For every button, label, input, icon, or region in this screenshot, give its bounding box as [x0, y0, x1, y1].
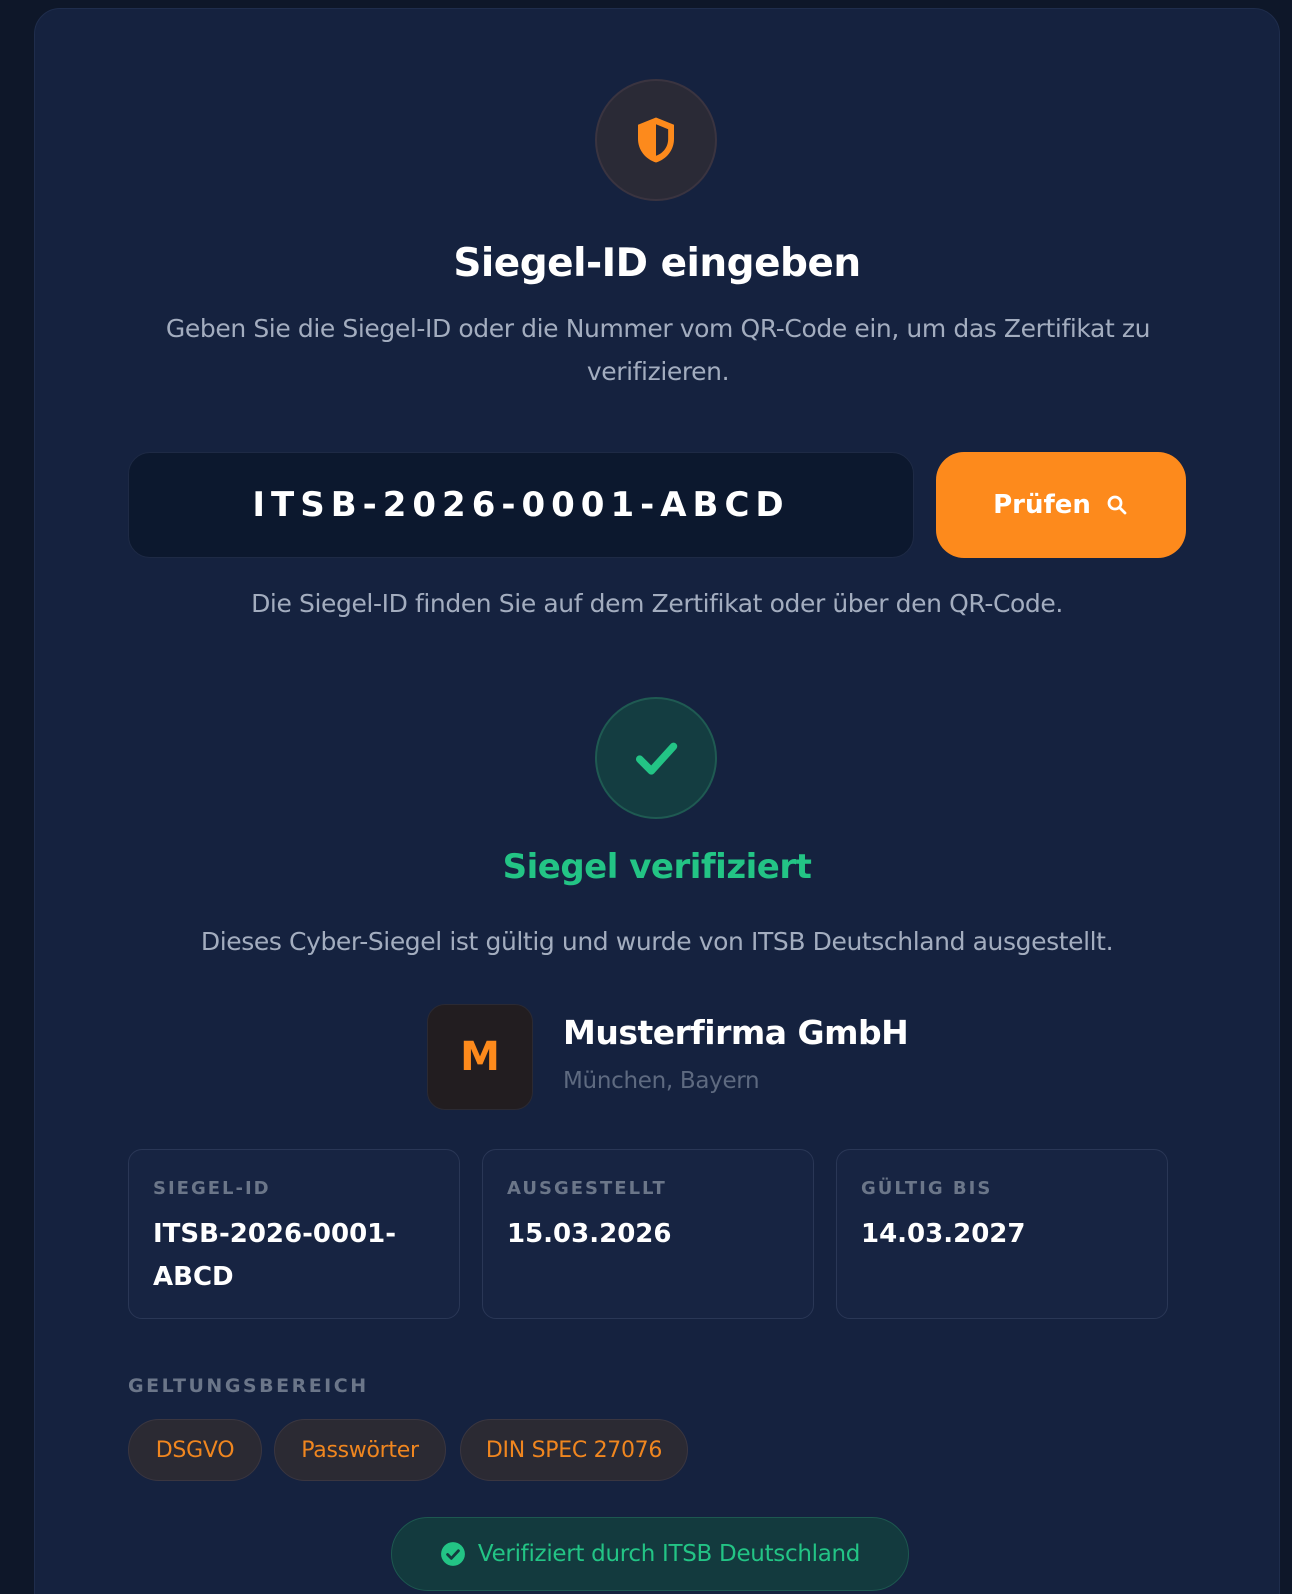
company-logo: M	[427, 1004, 533, 1110]
scope-tag-dsgvo: DSGVO	[128, 1419, 262, 1481]
scope-label: GELTUNGSBEREICH	[128, 1375, 369, 1397]
info-label: AUSGESTELLT	[507, 1178, 667, 1199]
seal-id-input[interactable]	[128, 452, 914, 558]
verified-by-label: Verifiziert durch ITSB Deutschland	[477, 1541, 861, 1567]
company-name: Musterfirma GmbH	[563, 1013, 909, 1052]
info-label: GÜLTIG BIS	[861, 1178, 993, 1199]
verified-title: Siegel verifiziert	[502, 847, 812, 887]
check-icon	[635, 742, 678, 775]
info-value: ITSB-2026-0001-ABCD	[153, 1219, 397, 1292]
check-circle-icon	[441, 1542, 465, 1566]
info-box-issued: AUSGESTELLT 15.03.2026	[482, 1149, 814, 1319]
shield-icon	[638, 117, 674, 163]
scope-tag-din-spec: DIN SPEC 27076	[460, 1419, 688, 1481]
verified-description: Dieses Cyber-Siegel ist gültig und wurde…	[200, 927, 1114, 956]
verified-by-badge: Verifiziert durch ITSB Deutschland	[391, 1517, 909, 1591]
page-title: Siegel-ID eingeben	[453, 241, 861, 286]
shield-badge	[595, 79, 717, 201]
info-box-valid-until: GÜLTIG BIS 14.03.2027	[836, 1149, 1168, 1319]
search-icon	[1107, 495, 1127, 515]
check-button[interactable]: Prüfen	[936, 452, 1186, 558]
info-label: SIEGEL-ID	[153, 1178, 271, 1199]
check-button-label: Prüfen	[993, 490, 1091, 520]
verified-badge	[595, 697, 717, 819]
info-value: 14.03.2027	[861, 1219, 1026, 1249]
page-subtitle: Geben Sie die Siegel-ID oder die Nummer …	[165, 314, 1151, 386]
scope-tag-passwords: Passwörter	[274, 1419, 446, 1481]
input-hint: Die Siegel-ID finden Sie auf dem Zertifi…	[251, 589, 1063, 618]
info-value: 15.03.2026	[507, 1219, 672, 1249]
info-box-seal-id: SIEGEL-ID ITSB-2026-0001-ABCD	[128, 1149, 460, 1319]
company-location: München, Bayern	[563, 1068, 760, 1094]
verification-card: Siegel-ID eingeben Geben Sie die Siegel-…	[34, 8, 1280, 1594]
